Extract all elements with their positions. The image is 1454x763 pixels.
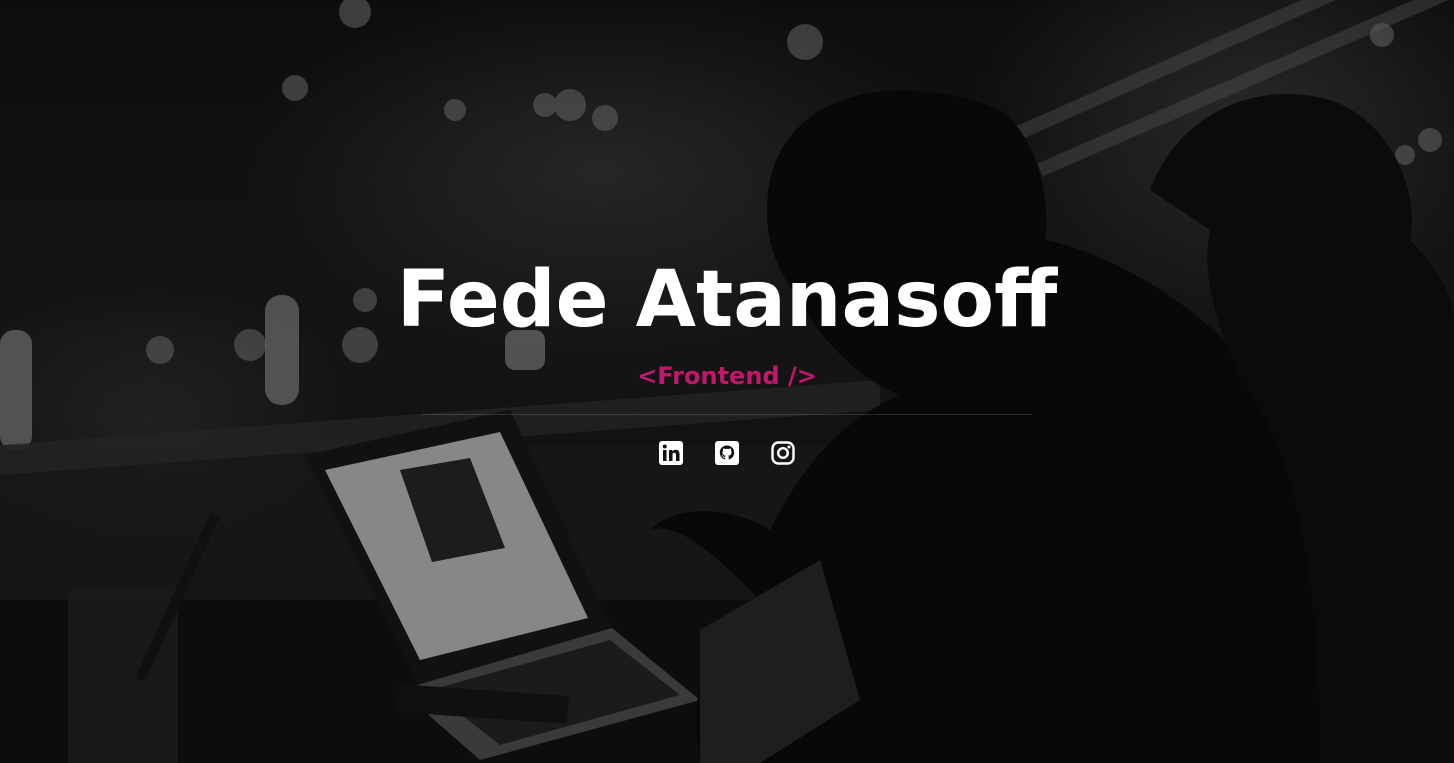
hero-role: <Frontend /> xyxy=(637,362,817,390)
instagram-icon xyxy=(771,441,795,465)
social-links xyxy=(0,440,1454,466)
hero-content: Fede Atanasoff <Frontend /> xyxy=(0,248,1454,466)
hero-section: Fede Atanasoff <Frontend /> xyxy=(0,0,1454,763)
hero-name: Fede Atanasoff xyxy=(396,255,1058,345)
github-link[interactable] xyxy=(714,440,740,466)
linkedin-link[interactable] xyxy=(658,440,684,466)
github-icon xyxy=(715,441,739,465)
instagram-link[interactable] xyxy=(770,440,796,466)
linkedin-icon xyxy=(659,441,683,465)
divider xyxy=(422,414,1032,415)
